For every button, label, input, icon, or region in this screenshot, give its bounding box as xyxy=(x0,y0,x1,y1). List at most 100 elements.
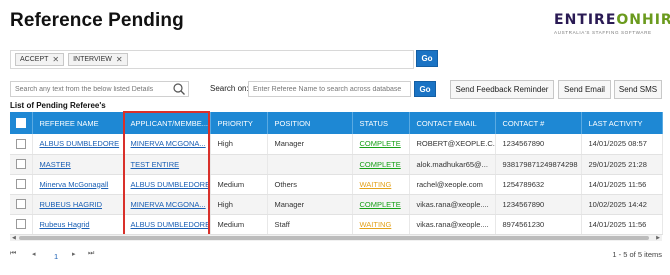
logo-tagline: AUSTRALIA'S STAFFING SOFTWARE xyxy=(554,30,652,35)
table-row: MASTER TEST ENTIRE COMPLETE alok.madhuka… xyxy=(10,154,663,175)
status-link[interactable]: WAITING xyxy=(360,220,392,229)
status-cell: COMPLETE xyxy=(352,154,410,175)
scrollbar-thumb[interactable] xyxy=(19,236,649,240)
referee-name-link[interactable]: RUBEUS HAGRID xyxy=(40,200,103,209)
applicant-link[interactable]: TEST ENTIRE xyxy=(131,160,180,169)
send-sms-button[interactable]: Send SMS xyxy=(614,80,662,99)
last-activity-cell: 10/02/2025 14:42 xyxy=(581,194,663,215)
referee-grid: REFEREE NAME APPLICANT/MEMBE... PRIORITY… xyxy=(10,112,663,235)
row-checkbox[interactable] xyxy=(15,199,26,209)
search-on-label: Search on: xyxy=(210,84,249,93)
applicant-link[interactable]: MINERVA MCGONA... xyxy=(131,139,206,148)
status-link[interactable]: COMPLETE xyxy=(360,160,401,169)
scroll-right-icon[interactable]: ▶ xyxy=(656,235,660,241)
position-cell: Staff xyxy=(267,214,353,235)
referee-name-link[interactable]: Minerva McGonagall xyxy=(40,180,109,189)
status-link[interactable]: COMPLETE xyxy=(360,200,401,209)
applicant-cell: MINERVA MCGONA... xyxy=(123,134,211,155)
last-activity-cell: 29/01/2025 21:28 xyxy=(581,154,663,175)
column-header-referee-name[interactable]: REFEREE NAME xyxy=(32,112,124,134)
company-logo: ENTIREONHIRE AUSTRALIA'S STAFFING SOFTWA… xyxy=(554,13,670,39)
applicant-cell: ALBUS DUMBLEDORE xyxy=(123,214,211,235)
next-page-icon[interactable]: ▸ xyxy=(72,250,76,258)
status-link[interactable]: WAITING xyxy=(360,180,392,189)
email-cell: ROBERT@XEOPLE.C... xyxy=(409,134,496,155)
details-search-input[interactable] xyxy=(15,85,172,93)
row-select-cell xyxy=(10,134,33,155)
current-page-number[interactable]: 1 xyxy=(54,252,58,261)
send-email-button[interactable]: Send Email xyxy=(558,80,611,99)
pager: ⏮ ◂ 1 ▸ ⏭ 1 - 5 of 5 items xyxy=(10,247,662,263)
contact-number-cell: 1234567890 xyxy=(495,134,582,155)
row-select-cell xyxy=(10,214,33,235)
horizontal-scrollbar[interactable]: ◀ ▶ xyxy=(10,234,662,241)
applicant-cell: TEST ENTIRE xyxy=(123,154,211,175)
list-title: List of Pending Referee's xyxy=(10,101,106,110)
status-cell: COMPLETE xyxy=(352,194,410,215)
referee-name-link[interactable]: MASTER xyxy=(40,160,71,169)
row-checkbox[interactable] xyxy=(15,159,26,169)
status-link[interactable]: COMPLETE xyxy=(360,139,401,148)
last-page-icon[interactable]: ⏭ xyxy=(88,250,94,258)
contact-number-cell: 1234567890 xyxy=(495,194,582,215)
column-header-contact-email[interactable]: CONTACT EMAIL xyxy=(409,112,496,134)
row-checkbox[interactable] xyxy=(15,138,26,149)
position-cell: Manager xyxy=(267,194,353,215)
status-filter-box[interactable]: ACCEPT ✕ INTERVIEW ✕ xyxy=(10,50,414,69)
position-cell xyxy=(267,154,353,175)
filter-go-button[interactable]: Go xyxy=(416,50,438,67)
table-header-row: REFEREE NAME APPLICANT/MEMBE... PRIORITY… xyxy=(10,112,663,134)
column-header-status[interactable]: STATUS xyxy=(352,112,410,134)
row-checkbox[interactable] xyxy=(15,179,26,189)
previous-page-icon[interactable]: ◂ xyxy=(32,250,36,258)
contact-number-cell: 1254789632 xyxy=(495,174,582,195)
status-cell: COMPLETE xyxy=(352,134,410,155)
priority-cell xyxy=(210,154,268,175)
referee-search-input[interactable] xyxy=(253,85,410,93)
column-header-applicant[interactable]: APPLICANT/MEMBE... xyxy=(123,112,211,134)
select-all-checkbox[interactable] xyxy=(15,118,26,128)
row-select-cell xyxy=(10,174,33,195)
row-select-cell xyxy=(10,154,33,175)
filter-chip-label: INTERVIEW xyxy=(73,56,112,63)
column-header-last-activity[interactable]: LAST ACTIVITY xyxy=(581,112,663,134)
select-all-column xyxy=(10,112,33,134)
priority-cell: Medium xyxy=(210,174,268,195)
column-header-position[interactable]: POSITION xyxy=(267,112,353,134)
filter-chip-label: ACCEPT xyxy=(20,56,49,63)
applicant-link[interactable]: ALBUS DUMBLEDORE xyxy=(131,220,210,229)
position-cell: Manager xyxy=(267,134,353,155)
last-activity-cell: 14/01/2025 08:57 xyxy=(581,134,663,155)
referee-table: REFEREE NAME APPLICANT/MEMBE... PRIORITY… xyxy=(10,112,663,235)
row-checkbox[interactable] xyxy=(15,219,26,229)
referee-name-cell: MASTER xyxy=(32,154,124,175)
scroll-left-icon[interactable]: ◀ xyxy=(12,235,16,241)
table-row: ALBUS DUMBLEDORE MINERVA MCGONA... High … xyxy=(10,134,663,155)
referee-name-cell: RUBEUS HAGRID xyxy=(32,194,124,215)
referee-search-go-button[interactable]: Go xyxy=(414,81,436,97)
column-header-contact-number[interactable]: CONTACT # xyxy=(495,112,582,134)
status-cell: WAITING xyxy=(352,214,410,235)
column-header-priority[interactable]: PRIORITY xyxy=(210,112,268,134)
logo-word-part2: ONHIRE xyxy=(616,12,670,28)
referee-name-cell: Rubeus Hagrid xyxy=(32,214,124,235)
send-feedback-reminder-button[interactable]: Send Feedback Reminder xyxy=(450,80,554,99)
details-search-box xyxy=(10,81,189,97)
table-row: RUBEUS HAGRID MINERVA MCGONA... High Man… xyxy=(10,194,663,215)
table-row: Rubeus Hagrid ALBUS DUMBLEDORE Medium St… xyxy=(10,214,663,235)
remove-chip-icon[interactable]: ✕ xyxy=(52,55,59,64)
last-activity-cell: 14/01/2025 11:56 xyxy=(581,214,663,235)
email-cell: vikas.rana@xeople.... xyxy=(409,214,496,235)
applicant-cell: MINERVA MCGONA... xyxy=(123,194,211,215)
last-activity-cell: 14/01/2025 11:56 xyxy=(581,174,663,195)
email-cell: rachel@xeople.com xyxy=(409,174,496,195)
applicant-link[interactable]: MINERVA MCGONA... xyxy=(131,200,206,209)
referee-name-link[interactable]: ALBUS DUMBLEDORE xyxy=(40,139,120,148)
email-cell: vikas.rana@xeople.... xyxy=(409,194,496,215)
first-page-icon[interactable]: ⏮ xyxy=(10,250,16,258)
filter-chip-interview: INTERVIEW ✕ xyxy=(68,53,128,66)
search-icon[interactable] xyxy=(172,82,186,96)
applicant-link[interactable]: ALBUS DUMBLEDORE xyxy=(131,180,210,189)
remove-chip-icon[interactable]: ✕ xyxy=(116,55,123,64)
referee-name-link[interactable]: Rubeus Hagrid xyxy=(40,220,90,229)
